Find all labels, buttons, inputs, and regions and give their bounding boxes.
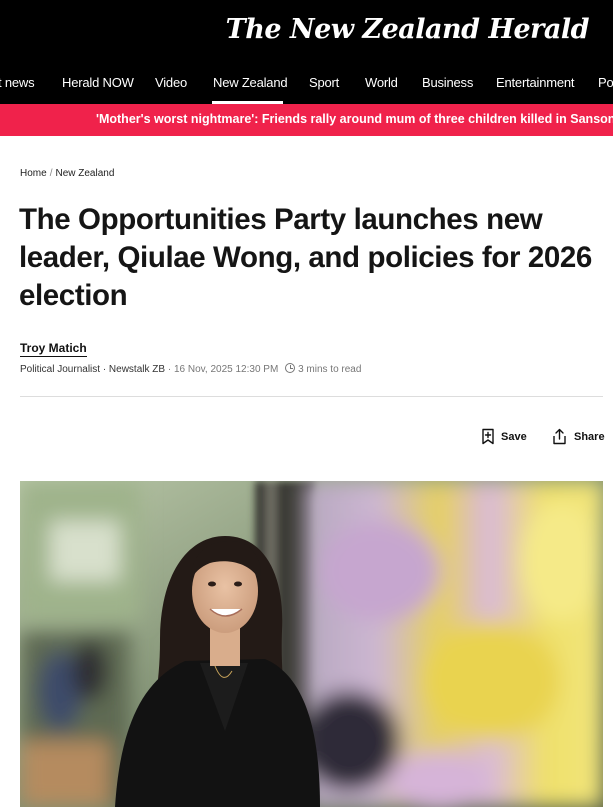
breadcrumb-home[interactable]: Home: [20, 168, 47, 179]
save-label: Save: [501, 430, 527, 443]
breaking-news-ticker[interactable]: 'Mother's worst nightmare': Friends rall…: [0, 104, 613, 136]
nav-item-video[interactable]: Video: [155, 75, 187, 90]
publish-date: 16 Nov, 2025 12:30 PM: [173, 364, 279, 375]
nav-item-business[interactable]: Business: [422, 75, 473, 90]
nav-item-latest-news[interactable]: t news: [0, 75, 35, 90]
byline-separator: ·: [167, 364, 172, 375]
article-hero-photo[interactable]: [20, 481, 603, 807]
ticker-headline[interactable]: 'Mother's worst nightmare': Friends rall…: [96, 112, 613, 126]
clock-icon: [285, 363, 296, 373]
share-button[interactable]: Share: [551, 428, 605, 445]
masthead: The New Zealand Herald: [0, 0, 613, 64]
nav-item-sport[interactable]: Sport: [309, 75, 339, 90]
breadcrumb-section[interactable]: New Zealand: [55, 168, 114, 179]
site-logo[interactable]: The New Zealand Herald: [226, 14, 590, 45]
byline: Political Journalist · Newstalk ZB · 16 …: [20, 363, 361, 375]
author-name[interactable]: Troy Matich: [20, 341, 87, 357]
byline-divider: [20, 396, 603, 397]
hero-image: [20, 481, 603, 807]
article-headline: The Opportunities Party launches new lea…: [19, 203, 592, 312]
author-role: Political Journalist · Newstalk ZB: [20, 364, 166, 375]
bookmark-plus-icon: [482, 428, 494, 445]
nav-item-herald-now[interactable]: Herald NOW: [62, 75, 134, 90]
nav-item-world[interactable]: World: [365, 75, 398, 90]
nav-item-new-zealand[interactable]: New Zealand: [213, 75, 288, 90]
main-nav: t news Herald NOW Video New Zealand Spor…: [0, 64, 613, 104]
nav-item-entertainment[interactable]: Entertainment: [496, 75, 575, 90]
breadcrumb: Home / New Zealand: [20, 168, 114, 179]
share-icon: [553, 428, 566, 445]
breadcrumb-separator: /: [49, 168, 53, 179]
save-button[interactable]: Save: [481, 428, 527, 445]
read-time: 3 mins to read: [298, 364, 362, 375]
share-label: Share: [574, 430, 605, 443]
nav-item-politics[interactable]: Po: [598, 75, 613, 90]
